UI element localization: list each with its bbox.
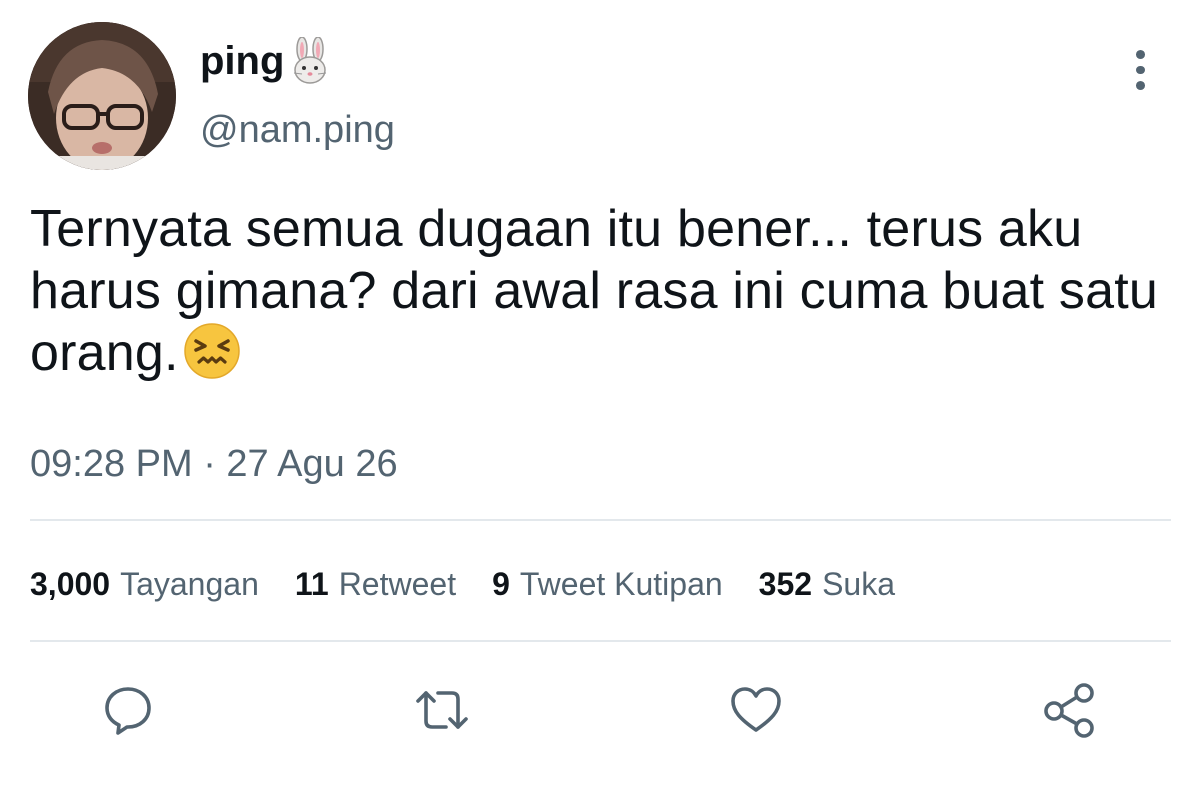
confounded-face-icon bbox=[183, 322, 241, 380]
like-icon bbox=[731, 687, 781, 732]
stat-likes[interactable]: 352 Suka bbox=[759, 560, 895, 608]
tweet-timestamp[interactable]: 09:28 PM · 27 Agu 26 bbox=[30, 440, 398, 488]
stat-count: 352 bbox=[758, 566, 813, 602]
stat-quote-tweets[interactable]: 9 Tweet Kutipan bbox=[492, 560, 723, 608]
rabbit-face-icon bbox=[288, 36, 332, 85]
retweet-button[interactable] bbox=[412, 680, 472, 740]
share-button[interactable] bbox=[1040, 680, 1100, 740]
stat-label: Suka bbox=[822, 566, 895, 602]
stat-label: Tayangan bbox=[120, 566, 259, 602]
retweet-icon bbox=[416, 691, 468, 729]
divider bbox=[30, 640, 1171, 642]
stat-retweets[interactable]: 11 Retweet bbox=[295, 560, 456, 608]
divider bbox=[30, 519, 1171, 521]
tweet-stats: 3,000 Tayangan 11 Retweet 9 Tweet Kutipan 3… bbox=[30, 560, 931, 608]
more-options-button[interactable] bbox=[1120, 50, 1160, 91]
reply-button[interactable] bbox=[98, 680, 158, 740]
avatar-photo bbox=[28, 22, 176, 170]
more-options-icon bbox=[1135, 50, 1145, 59]
stat-count: 3,000 bbox=[30, 566, 111, 602]
stat-count: 11 bbox=[294, 566, 329, 602]
stat-views[interactable]: 3,000 Tayangan bbox=[30, 560, 259, 608]
reply-icon bbox=[105, 687, 151, 735]
stat-count: 9 bbox=[492, 566, 510, 602]
stat-label: Tweet Kutipan bbox=[519, 566, 723, 602]
author-name-text: ping bbox=[200, 39, 285, 83]
stat-label: Retweet bbox=[338, 566, 457, 602]
like-button[interactable] bbox=[726, 680, 786, 740]
more-options-dot bbox=[1135, 81, 1145, 91]
more-options-dot bbox=[1135, 65, 1145, 75]
share-icon bbox=[1044, 683, 1094, 738]
author-display-name[interactable]: ping bbox=[200, 36, 332, 86]
author-handle[interactable]: @nam.ping bbox=[200, 106, 395, 154]
avatar[interactable] bbox=[28, 22, 176, 170]
tweet-text: Ternyata semua dugaan itu bener... terus… bbox=[30, 198, 1180, 384]
